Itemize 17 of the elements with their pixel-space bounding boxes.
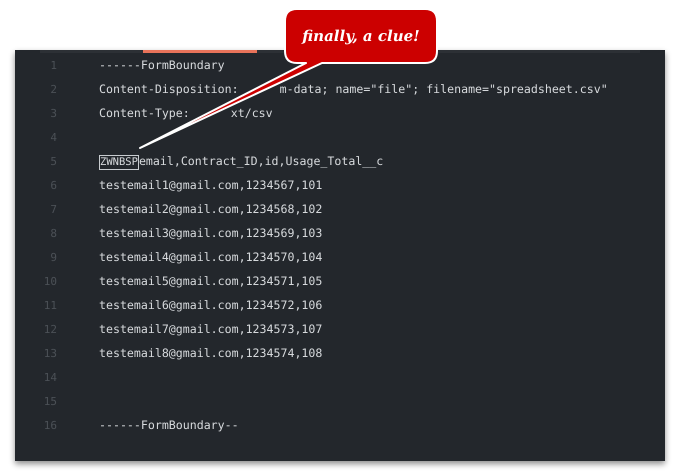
code-line: testemail3@gmail.com,1234569,103 bbox=[99, 225, 322, 242]
code-line: testemail5@gmail.com,1234571,105 bbox=[99, 273, 322, 290]
code-line: testemail1@gmail.com,1234567,101 bbox=[99, 177, 322, 194]
code-line: email,Contract_ID,id,Usage_Total__c bbox=[138, 153, 384, 170]
code-text: Content-Type: bbox=[99, 105, 190, 122]
code-line: ------FormBoundary bbox=[99, 57, 225, 74]
code-line: testemail8@gmail.com,1234574,108 bbox=[99, 345, 322, 362]
code-line: testemail6@gmail.com,1234572,106 bbox=[99, 297, 322, 314]
code-line: testemail2@gmail.com,1234568,102 bbox=[99, 201, 322, 218]
callout-text: finally, a clue! bbox=[302, 26, 420, 47]
code-text: m-data; name="file"; filename="spreadsheet.csv" bbox=[280, 81, 608, 98]
code-line: testemail7@gmail.com,1234573,107 bbox=[99, 321, 322, 338]
code-text: xt/csv bbox=[230, 105, 273, 122]
code-text: Content-Disposition: bbox=[99, 81, 239, 98]
zwnbsp-marker: ZWNBSP bbox=[99, 154, 139, 170]
code-line: ------FormBoundary-- bbox=[99, 417, 239, 434]
code-line: testemail4@gmail.com,1234570,104 bbox=[99, 249, 322, 266]
